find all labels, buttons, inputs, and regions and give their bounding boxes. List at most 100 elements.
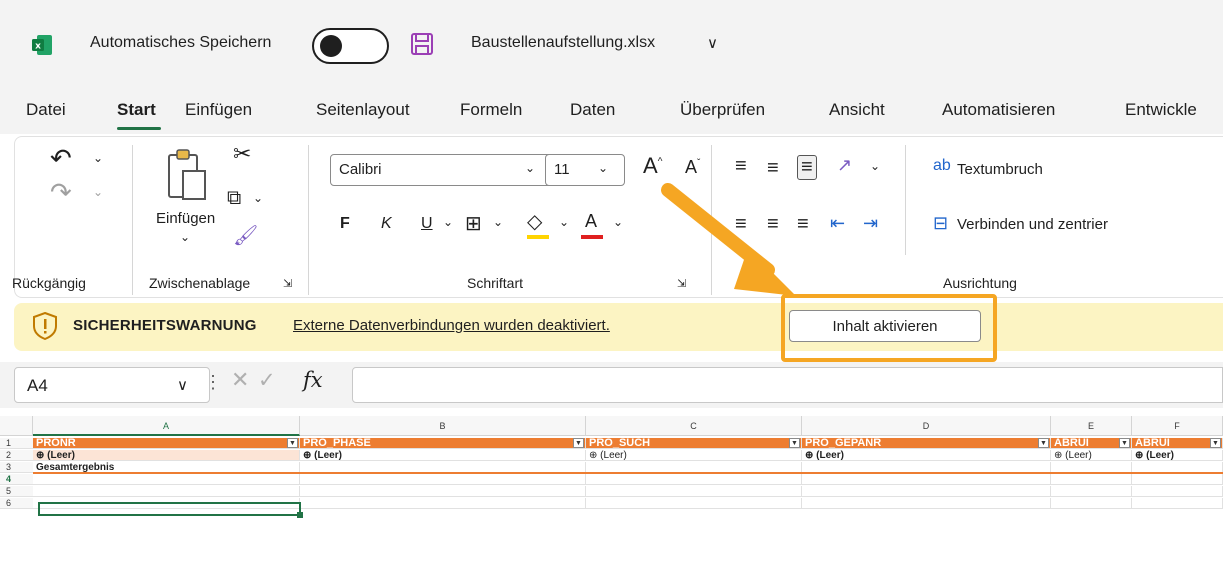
table-cell[interactable] [300,498,586,509]
table-cell[interactable]: ⊕ (Leer) [300,450,586,461]
file-name[interactable]: Baustellenaufstellung.xlsx [471,34,655,52]
font-color-icon[interactable]: A [585,211,597,232]
table-cell[interactable] [586,486,802,497]
row-header-4[interactable]: 4 [0,474,33,485]
copy-dropdown-icon[interactable]: ⌄ [253,191,263,205]
table-cell[interactable] [33,474,300,485]
chevron-down-icon[interactable]: ⌄ [559,215,569,229]
row-header-6[interactable]: 6 [0,498,33,509]
undo-dropdown-icon[interactable]: ⌄ [93,151,103,165]
column-header-d[interactable]: D [802,416,1051,436]
tab-automatisieren[interactable]: Automatisieren [942,100,1055,120]
table-cell[interactable] [802,498,1051,509]
tab-formeln[interactable]: Formeln [460,100,522,120]
italic-button[interactable]: K [381,215,392,233]
bold-button[interactable]: F [340,215,350,233]
tab-entwicklertools[interactable]: Entwickle [1125,100,1197,120]
tab-ansicht[interactable]: Ansicht [829,100,885,120]
select-all-corner[interactable] [0,416,33,436]
column-header-e[interactable]: E [1051,416,1132,436]
chevron-down-icon[interactable]: ⌄ [493,215,503,229]
table-cell[interactable]: ⊕ (Leer) [33,450,300,461]
table-cell[interactable]: ⊕ (Leer) [1051,450,1132,461]
name-box[interactable]: A4 ∨ [14,367,210,403]
decrease-indent-icon[interactable]: ⇤ [830,213,845,234]
table-cell[interactable]: ⊕ (Leer) [802,450,1051,461]
expand-icon[interactable]: ⊕ [589,450,600,460]
filter-dropdown-icon[interactable]: ▼ [1119,438,1130,448]
row-header-3[interactable]: 3 [0,462,33,473]
column-header-b[interactable]: B [300,416,586,436]
chevron-down-icon[interactable]: ⌄ [443,215,453,229]
table-cell[interactable] [1132,498,1223,509]
format-painter-icon[interactable]: 🖌 [233,223,258,248]
formula-input[interactable] [352,367,1223,403]
chevron-down-icon[interactable]: ∨ [707,34,718,52]
fill-handle[interactable] [297,512,303,518]
wrap-text-button[interactable]: Textumbruch [957,161,1043,178]
increase-indent-icon[interactable]: ⇥ [863,213,878,234]
expand-icon[interactable]: ⊕ [36,450,47,460]
align-bottom-icon[interactable]: ≡ [797,155,817,180]
tab-datei[interactable]: Datei [26,100,66,120]
cut-icon[interactable]: ✂ [233,141,251,167]
paste-dropdown-icon[interactable]: ⌄ [180,230,190,244]
table-cell[interactable]: ⊕ (Leer) [1132,450,1223,461]
table-cell[interactable] [1132,474,1223,485]
table-cell[interactable] [300,486,586,497]
column-header-a[interactable]: A [33,416,300,436]
orientation-icon[interactable]: ↗ [837,155,852,176]
table-cell[interactable] [1132,486,1223,497]
tab-daten[interactable]: Daten [570,100,615,120]
table-cell[interactable] [1051,474,1132,485]
chevron-down-icon[interactable]: ⌄ [870,159,880,173]
table-cell[interactable] [586,474,802,485]
expand-icon[interactable]: ⊕ [1135,450,1146,460]
table-cell[interactable]: ⊕ (Leer) [586,450,802,461]
dialog-launcher-icon[interactable]: ⇲ [283,277,292,290]
tab-start[interactable]: Start [117,100,156,120]
row-header-1[interactable]: 1 [0,438,33,449]
filter-dropdown-icon[interactable]: ▼ [1038,438,1049,448]
filter-dropdown-icon[interactable]: ▼ [287,438,298,448]
table-cell[interactable] [33,486,300,497]
undo-icon[interactable]: ↶ [50,143,72,174]
underline-button[interactable]: U [421,215,433,233]
expand-icon[interactable]: ⊕ [1054,450,1065,460]
table-cell[interactable] [1051,498,1132,509]
copy-icon[interactable]: ⧉ [227,187,241,210]
dialog-launcher-icon[interactable]: ⇲ [677,277,686,290]
align-right-icon[interactable]: ≡ [797,213,809,236]
table-cell[interactable] [586,498,802,509]
expand-icon[interactable]: ⊕ [303,450,314,460]
insert-function-icon[interactable]: fx [303,368,323,392]
table-cell[interactable] [802,474,1051,485]
table-cell[interactable] [802,486,1051,497]
autosave-toggle[interactable] [312,28,389,64]
tab-ueberpruefen[interactable]: Überprüfen [680,100,765,120]
font-name-dropdown[interactable]: Calibri ⌄ [330,154,560,186]
more-options-icon[interactable]: ⋮ [204,372,222,393]
merge-center-button[interactable]: Verbinden und zentrier [957,216,1108,233]
row-header-2[interactable]: 2 [0,450,33,461]
column-header-c[interactable]: C [586,416,802,436]
font-size-dropdown[interactable]: 11 ⌄ [545,154,625,186]
paste-label[interactable]: Einfügen [156,210,215,227]
decrease-font-size-icon[interactable]: Aˇ [685,157,700,178]
filter-dropdown-icon[interactable]: ▼ [573,438,584,448]
row-header-5[interactable]: 5 [0,486,33,497]
borders-icon[interactable]: ⊞ [465,211,482,236]
filter-dropdown-icon[interactable]: ▼ [789,438,800,448]
save-icon[interactable] [410,32,434,56]
expand-icon[interactable]: ⊕ [805,450,816,460]
tab-einfuegen[interactable]: Einfügen [185,100,252,120]
align-left-icon[interactable]: ≡ [735,213,747,236]
align-middle-icon[interactable]: ≡ [767,157,779,180]
align-top-icon[interactable]: ≡ [735,155,747,178]
chevron-down-icon[interactable]: ∨ [177,376,188,394]
align-center-icon[interactable]: ≡ [767,213,779,236]
table-cell[interactable] [1051,486,1132,497]
column-header-f[interactable]: F [1132,416,1223,436]
filter-dropdown-icon[interactable]: ▼ [1210,438,1221,448]
paste-clipboard-icon[interactable] [165,147,209,203]
